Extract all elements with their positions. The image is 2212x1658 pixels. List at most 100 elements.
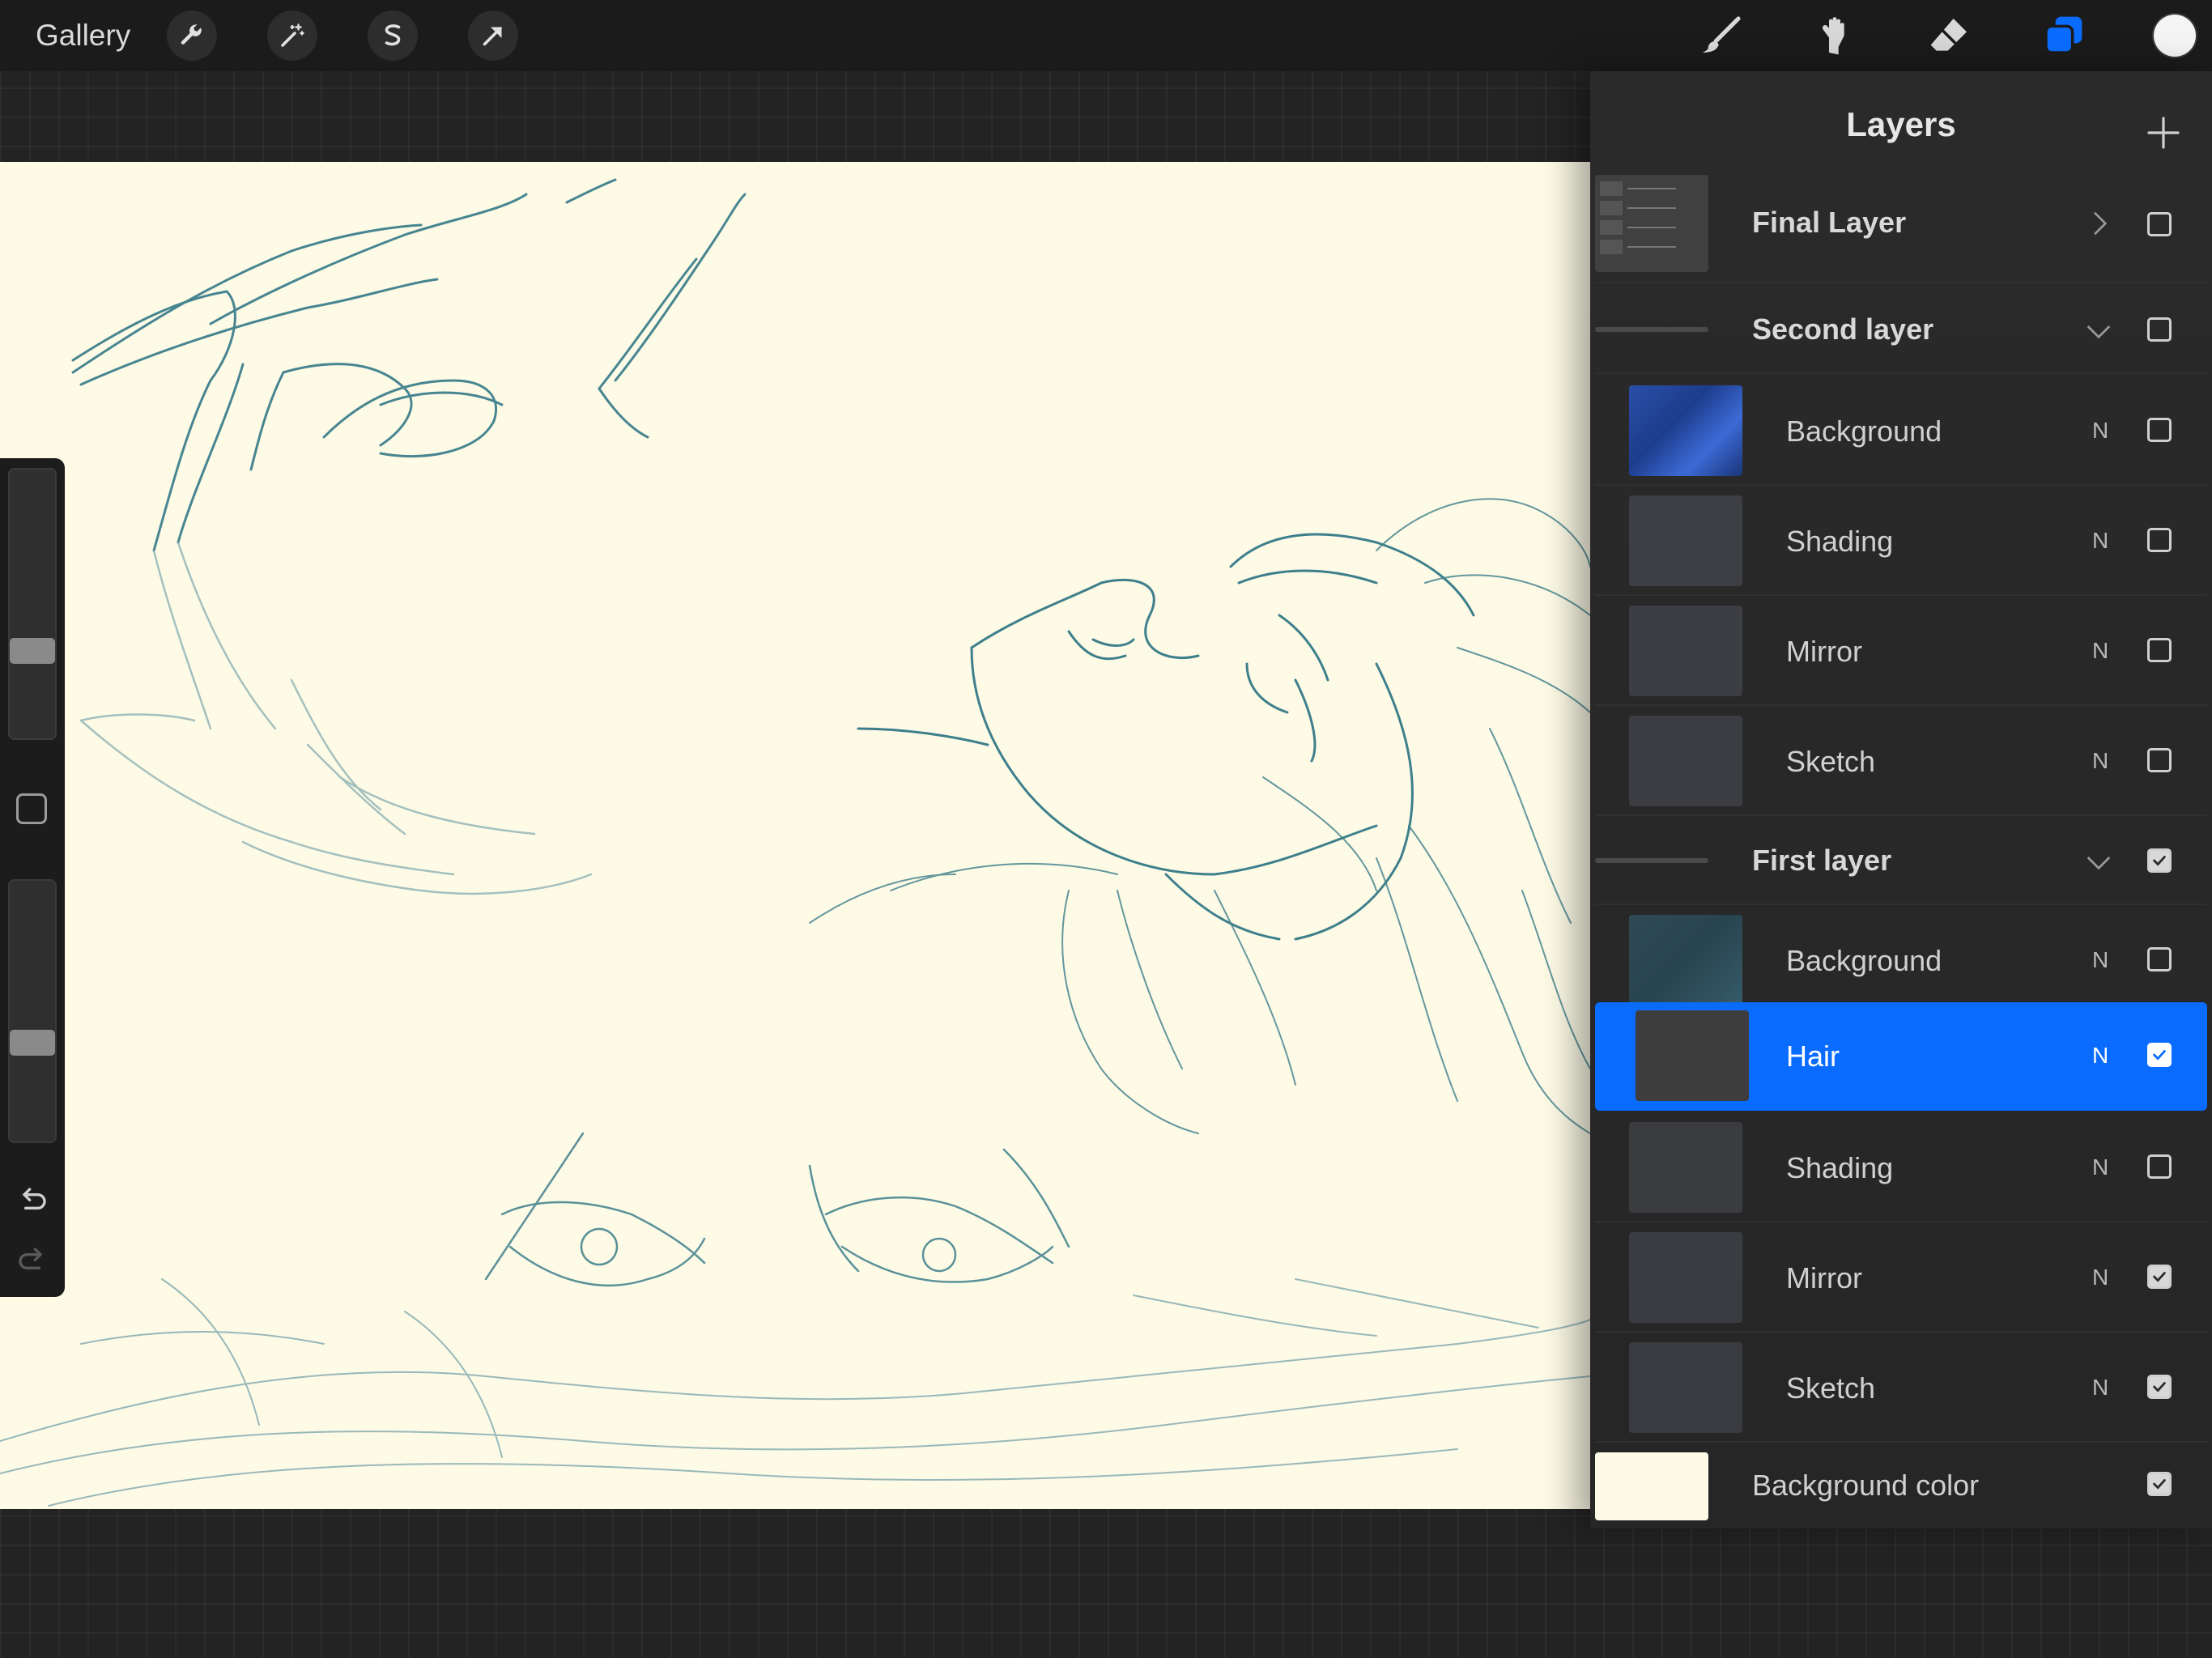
layers-panel: Layers Final Layer Second layer Backgrou…: [1590, 71, 2212, 1528]
layer-row[interactable]: Mirror N: [1595, 596, 2207, 706]
layer-visibility-checkbox[interactable]: [2147, 638, 2172, 662]
blend-mode-button[interactable]: N: [2092, 1265, 2108, 1290]
layer-name: Sketch: [1786, 1371, 1876, 1405]
layers-icon: [2044, 16, 2082, 54]
layer-thumbnail: [1629, 1342, 1742, 1433]
opacity-slider[interactable]: [8, 879, 57, 1143]
layer-name: Sketch: [1786, 745, 1876, 778]
layer-thumbnail: [1629, 1232, 1742, 1323]
transform-arrow-icon: [483, 27, 502, 46]
blend-mode-button[interactable]: N: [2092, 947, 2108, 973]
group-indicator: [1595, 858, 1708, 863]
chevron-right-icon[interactable]: [2082, 207, 2115, 240]
layer-name: Second layer: [1752, 312, 1934, 346]
checkmark-icon: [2153, 1479, 2166, 1490]
undo-icon: [22, 1188, 46, 1209]
layer-name: Mirror: [1786, 635, 1862, 668]
brush-size-thumb[interactable]: [10, 638, 55, 664]
layer-thumbnail: [1629, 495, 1742, 586]
layer-name: Final Layer: [1752, 206, 1907, 239]
undo-button[interactable]: [15, 1184, 50, 1219]
layer-name: Hair: [1786, 1039, 1840, 1073]
selection-s-icon: [385, 24, 401, 46]
layer-visibility-checkbox[interactable]: [2147, 1265, 2172, 1289]
checkmark-icon: [2153, 1272, 2166, 1282]
layer-visibility-checkbox[interactable]: [2147, 1154, 2172, 1179]
selection-button[interactable]: [368, 11, 418, 61]
layer-name: First layer: [1752, 844, 1892, 877]
eraser-tool[interactable]: [1924, 10, 1976, 62]
layer-visibility-checkbox[interactable]: [2147, 1472, 2172, 1496]
layer-name: Background color: [1752, 1469, 1980, 1502]
smudge-icon: [1823, 17, 1844, 55]
layer-name: Background: [1786, 944, 1942, 977]
actions-button[interactable]: [167, 11, 217, 61]
drawing-canvas[interactable]: [0, 162, 1590, 1509]
group-indicator: [1595, 327, 1708, 332]
layer-row-selected[interactable]: Hair N: [1595, 1002, 2207, 1111]
layer-visibility-checkbox[interactable]: [2147, 317, 2172, 342]
layer-row-background-color[interactable]: Background color: [1595, 1443, 2207, 1527]
layer-row[interactable]: Background N: [1595, 376, 2207, 486]
layer-visibility-checkbox[interactable]: [2147, 418, 2172, 442]
layer-visibility-checkbox[interactable]: [2147, 848, 2172, 873]
smudge-tool[interactable]: [1809, 10, 1861, 62]
layer-row[interactable]: Sketch N: [1595, 1333, 2207, 1443]
redo-icon: [19, 1248, 43, 1269]
layer-thumbnail: [1595, 175, 1708, 272]
checkmark-icon: [2153, 1382, 2166, 1392]
gallery-button[interactable]: Gallery: [36, 15, 130, 57]
blend-mode-button[interactable]: N: [2092, 1043, 2108, 1069]
layers-title: Layers: [1846, 105, 1956, 143]
blend-mode-button[interactable]: N: [2092, 418, 2108, 444]
plus-icon: [2147, 117, 2180, 149]
layer-visibility-checkbox[interactable]: [2147, 1043, 2172, 1067]
layer-row[interactable]: Shading N: [1595, 486, 2207, 596]
opacity-thumb[interactable]: [10, 1030, 55, 1056]
layer-group-first-layer[interactable]: First layer: [1595, 816, 2207, 905]
layer-thumbnail: [1629, 385, 1742, 476]
brush-icon: [1702, 16, 1741, 53]
blend-mode-button[interactable]: N: [2092, 1375, 2108, 1401]
layer-visibility-checkbox[interactable]: [2147, 1375, 2172, 1399]
transform-button[interactable]: [468, 11, 518, 61]
layer-row[interactable]: Sketch N: [1595, 706, 2207, 816]
layer-visibility-checkbox[interactable]: [2147, 748, 2172, 772]
background-color-swatch: [1595, 1452, 1708, 1520]
modify-button[interactable]: [16, 793, 47, 824]
layer-thumbnail: [1629, 915, 1742, 1005]
add-layer-button[interactable]: [2144, 113, 2183, 152]
layer-group-second-layer[interactable]: Second layer: [1595, 285, 2207, 374]
blend-mode-button[interactable]: N: [2092, 748, 2108, 774]
adjustments-button[interactable]: [267, 11, 317, 61]
blend-mode-button[interactable]: N: [2092, 1154, 2108, 1180]
redo-button[interactable]: [15, 1244, 50, 1279]
layer-thumbnail: [1629, 716, 1742, 806]
layer-name: Background: [1786, 414, 1942, 448]
layer-thumbnail: [1629, 1122, 1742, 1213]
checkmark-icon: [2153, 1050, 2166, 1061]
eraser-icon: [1930, 19, 1967, 51]
color-picker-button[interactable]: [2154, 15, 2196, 57]
wrench-icon: [181, 23, 202, 45]
layers-tool[interactable]: [2037, 10, 2089, 62]
sketch-artwork: [0, 178, 1590, 1507]
layer-row[interactable]: Background N: [1595, 905, 2207, 1015]
blend-mode-button[interactable]: N: [2092, 528, 2108, 554]
layer-group-final-layer[interactable]: Final Layer: [1595, 165, 2207, 283]
blend-mode-button[interactable]: N: [2092, 638, 2108, 664]
layer-visibility-checkbox[interactable]: [2147, 947, 2172, 971]
layer-thumbnail: [1629, 606, 1742, 696]
layer-row[interactable]: Shading N: [1595, 1112, 2207, 1222]
brush-tool[interactable]: [1695, 10, 1747, 62]
brush-size-slider[interactable]: [8, 468, 57, 740]
layer-name: Shading: [1786, 1151, 1894, 1184]
layer-name: Shading: [1786, 525, 1894, 558]
layer-thumbnail: [1636, 1010, 1749, 1101]
layer-visibility-checkbox[interactable]: [2147, 528, 2172, 552]
checkmark-icon: [2153, 856, 2166, 866]
layer-visibility-checkbox[interactable]: [2147, 212, 2172, 236]
layer-row[interactable]: Mirror N: [1595, 1222, 2207, 1333]
chevron-down-icon[interactable]: [2082, 314, 2115, 346]
chevron-down-icon[interactable]: [2082, 845, 2115, 878]
